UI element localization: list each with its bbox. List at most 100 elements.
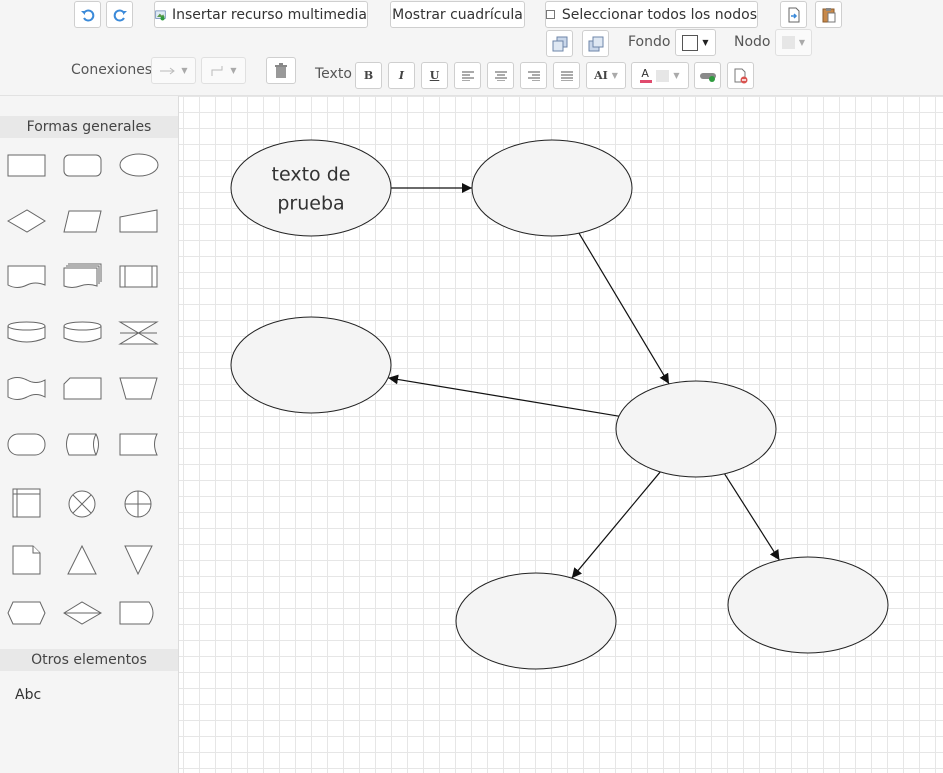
ellipse-node[interactable]: texto de prueba: [230, 139, 392, 237]
select-all-nodes-button[interactable]: Seleccionar todos los nodos: [545, 1, 758, 28]
align-right-button[interactable]: [520, 62, 547, 89]
bold-button[interactable]: B: [355, 62, 382, 89]
bold-icon: B: [363, 69, 374, 82]
bring-to-front-icon: [552, 36, 567, 51]
rhombus-shape[interactable]: [7, 209, 46, 233]
ellipse-node-shape[interactable]: [615, 380, 777, 478]
shapes-sidebar: Formas generales Otros elementos Abc: [0, 96, 179, 773]
cylinder-shape[interactable]: [63, 321, 102, 343]
font-size-dropdown[interactable]: AI ▼: [586, 62, 626, 89]
font-color-dropdown[interactable]: A ▼: [631, 62, 689, 89]
connector-type-dropdown[interactable]: ▼: [201, 57, 246, 84]
italic-button[interactable]: I: [388, 62, 415, 89]
align-center-icon: [494, 71, 507, 81]
align-justify-icon: [560, 71, 573, 81]
image-icon: [155, 10, 166, 20]
align-center-button[interactable]: [487, 62, 514, 89]
connector-n2-n4[interactable]: [578, 232, 670, 385]
internal-storage-shape[interactable]: [12, 488, 41, 518]
ellipse-node-shape[interactable]: [727, 556, 889, 654]
ellipse-node-shape[interactable]: [455, 572, 617, 670]
undo-button[interactable]: [74, 1, 101, 28]
diagram-canvas[interactable]: texto de prueba: [179, 96, 943, 773]
show-grid-button[interactable]: Mostrar cuadrícula: [390, 1, 525, 28]
connector-n4-n3[interactable]: [387, 374, 620, 417]
subprocess-shape[interactable]: [119, 265, 158, 288]
card-shape[interactable]: [63, 377, 102, 400]
parallelogram-shape[interactable]: [63, 210, 102, 233]
justify-button[interactable]: [553, 62, 580, 89]
chevron-down-icon: ▼: [611, 71, 618, 80]
checkbox-icon[interactable]: [546, 10, 555, 19]
bring-front-button[interactable]: [546, 30, 573, 57]
send-back-button[interactable]: [582, 30, 609, 57]
chevron-down-icon: ▼: [230, 66, 237, 75]
delete-button[interactable]: [266, 57, 296, 84]
nodo-color-picker[interactable]: ▼: [775, 29, 812, 56]
node-label: texto de: [272, 164, 351, 186]
delay-shape[interactable]: [119, 601, 154, 625]
nodo-label: Nodo: [734, 34, 771, 50]
page-remove-icon: [734, 68, 747, 83]
or-junction-shape[interactable]: [124, 490, 152, 518]
triangle-down-shape[interactable]: [124, 545, 153, 576]
triangle-up-shape[interactable]: [67, 544, 97, 575]
ellipse-node[interactable]: [471, 139, 633, 237]
chevron-down-icon: ▼: [798, 38, 806, 47]
underline-icon: U: [429, 69, 440, 82]
import-button[interactable]: [780, 1, 807, 28]
paste-button[interactable]: [815, 1, 842, 28]
diagram-svg[interactable]: texto de prueba: [179, 96, 943, 773]
redo-icon: [113, 9, 127, 21]
align-left-button[interactable]: [454, 62, 481, 89]
texto-label: Texto: [315, 66, 352, 82]
ellipse-node[interactable]: [615, 380, 777, 478]
note-shape[interactable]: [12, 545, 41, 575]
text-element-abc[interactable]: Abc: [15, 687, 41, 703]
ellipse-node-shape[interactable]: [230, 316, 392, 414]
ellipse-node[interactable]: [230, 316, 392, 414]
ellipse-node-shape[interactable]: [230, 139, 392, 237]
node-color-icon: [781, 36, 795, 49]
ellipse-node[interactable]: [727, 556, 889, 654]
document-shape[interactable]: [7, 265, 46, 288]
manual-input-shape[interactable]: [119, 209, 158, 233]
italic-icon: I: [398, 69, 405, 82]
connector-n4-n6[interactable]: [724, 473, 780, 561]
sum-junction-shape[interactable]: [68, 490, 96, 518]
insert-media-button[interactable]: Insertar recurso multimedia: [154, 1, 368, 28]
align-left-icon: [461, 71, 474, 81]
redo-button[interactable]: [106, 1, 133, 28]
delay-right-shape[interactable]: [119, 433, 158, 456]
font-color-letter: A: [641, 66, 649, 80]
show-grid-label: Mostrar cuadrícula: [392, 6, 523, 23]
trapezoid-shape[interactable]: [119, 377, 158, 400]
sort-shape[interactable]: [63, 601, 102, 625]
toolbar: Insertar recurso multimedia Mostrar cuad…: [0, 0, 943, 96]
horizontal-cylinder-2-shape[interactable]: [66, 433, 99, 456]
fondo-color-swatch: [682, 34, 699, 51]
hexagon-shape[interactable]: [7, 601, 46, 625]
collate-shape[interactable]: [118, 321, 159, 345]
delete-link-button[interactable]: [727, 62, 754, 89]
tape-shape[interactable]: [7, 377, 46, 400]
multi-document-shape[interactable]: [63, 263, 102, 288]
font-color-icon: A: [640, 66, 653, 83]
underline-button[interactable]: U: [421, 62, 448, 89]
link-button[interactable]: [694, 62, 721, 89]
fondo-color-picker[interactable]: ▼: [675, 29, 716, 56]
connector-n4-n5[interactable]: [571, 471, 661, 579]
rounded-rectangle-shape[interactable]: [63, 154, 102, 177]
ellipse-node[interactable]: [455, 572, 617, 670]
highlight-color-icon: [656, 69, 670, 82]
horizontal-cylinder-shape[interactable]: [7, 321, 46, 343]
ellipse-node-shape[interactable]: [471, 139, 633, 237]
terminator-shape[interactable]: [7, 433, 46, 456]
chevron-down-icon: ▼: [702, 38, 709, 47]
link-icon: [699, 72, 716, 82]
ellipse-shape[interactable]: [119, 153, 159, 177]
select-all-label: Seleccionar todos los nodos: [561, 6, 757, 23]
connector-style-dropdown[interactable]: ▼: [151, 57, 196, 84]
rectangle-shape[interactable]: [7, 154, 46, 177]
import-icon: [788, 7, 799, 22]
